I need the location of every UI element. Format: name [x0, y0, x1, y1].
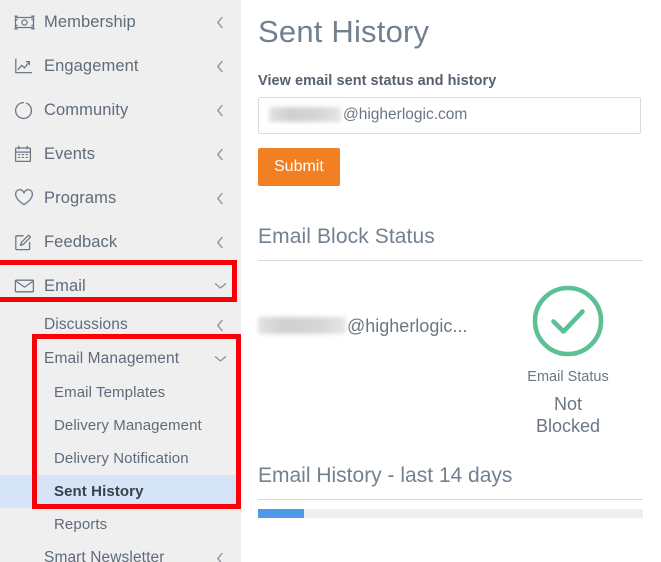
sidebar-item-label: Delivery Management — [54, 417, 202, 434]
submit-button[interactable]: Submit — [258, 147, 340, 186]
circle-icon — [14, 99, 40, 121]
section-divider — [258, 259, 643, 261]
chevron-left-icon — [213, 192, 227, 205]
sidebar-item-programs[interactable]: Programs — [0, 176, 241, 220]
heart-icon — [14, 187, 40, 209]
sidebar-item-label: Smart Newsletter — [44, 549, 165, 562]
email-history-title: Email History - last 14 days — [258, 463, 513, 487]
check-circle-icon — [530, 283, 606, 359]
email-input[interactable]: @higherlogic.com — [258, 96, 641, 134]
sidebar-item-label: Email — [44, 276, 86, 295]
sidebar-item-email-management[interactable]: Email Management — [0, 342, 241, 376]
email-status-indicator: Email Status Not Blocked — [493, 283, 643, 438]
sidebar-item-label: Discussions — [44, 316, 128, 333]
sidebar-item-discussions[interactable]: Discussions — [0, 308, 241, 342]
history-divider — [258, 498, 643, 500]
sidebar-item-label: Feedback — [44, 232, 118, 251]
banknote-icon — [14, 11, 40, 33]
app-root: Membership Engagement Community Events P… — [0, 0, 661, 562]
edit-square-icon — [14, 231, 40, 253]
email-block-status-row: @higherlogic... Email Status Not Blocked — [258, 283, 643, 438]
sidebar-item-label: Membership — [44, 12, 136, 31]
history-tab-active-indicator[interactable] — [258, 508, 304, 518]
sidebar-item-label: Sent History — [54, 483, 144, 500]
sidebar-item-label: Engagement — [44, 56, 139, 75]
sidebar-item-delivery-management[interactable]: Delivery Management — [0, 409, 241, 442]
email-field-label: View email sent status and history — [258, 72, 497, 89]
chevron-left-icon — [213, 236, 227, 249]
sidebar-item-sent-history[interactable]: Sent History — [0, 475, 241, 508]
sidebar-item-feedback[interactable]: Feedback — [0, 220, 241, 264]
status-email-address: @higherlogic... — [258, 283, 493, 337]
chevron-left-icon — [213, 552, 227, 562]
redacted-email-local-part — [269, 106, 341, 122]
sidebar-item-engagement[interactable]: Engagement — [0, 44, 241, 88]
sidebar-item-email[interactable]: Email — [0, 264, 241, 308]
history-tabstrip[interactable] — [258, 508, 643, 518]
chevron-left-icon — [213, 104, 227, 117]
sidebar-primary-nav: Membership Engagement Community Events P… — [0, 0, 241, 562]
email-status-caption: Email Status — [527, 368, 609, 385]
email-input-value: @higherlogic.com — [343, 106, 468, 124]
chevron-left-icon — [213, 60, 227, 73]
sidebar-item-label: Community — [44, 100, 129, 119]
sidebar-item-reports[interactable]: Reports — [0, 508, 241, 541]
redacted-email-local-part — [258, 317, 346, 335]
sidebar-item-label: Programs — [44, 188, 117, 207]
chevron-left-icon — [213, 148, 227, 161]
sidebar-item-delivery-notification[interactable]: Delivery Notification — [0, 442, 241, 475]
sidebar-item-smart-newsletter[interactable]: Smart Newsletter — [0, 541, 241, 562]
calendar-icon — [14, 143, 40, 165]
envelope-icon — [14, 275, 40, 297]
email-block-status-title: Email Block Status — [258, 224, 435, 248]
page-title: Sent History — [258, 14, 430, 49]
status-badge: Not Blocked — [535, 393, 601, 436]
sidebar-item-membership[interactable]: Membership — [0, 0, 241, 44]
sidebar: Membership Engagement Community Events P… — [0, 0, 241, 562]
sidebar-item-label: Reports — [54, 516, 108, 533]
sidebar-item-community[interactable]: Community — [0, 88, 241, 132]
chevron-left-icon — [213, 16, 227, 29]
main-content: Sent History View email sent status and … — [241, 0, 661, 562]
sidebar-item-label: Events — [44, 144, 96, 163]
sidebar-item-events[interactable]: Events — [0, 132, 241, 176]
status-email-visible: @higherlogic... — [347, 315, 468, 336]
sidebar-item-label: Delivery Notification — [54, 450, 189, 467]
chevron-left-icon — [213, 319, 227, 332]
sidebar-item-email-templates[interactable]: Email Templates — [0, 376, 241, 409]
sidebar-item-label: Email Templates — [54, 384, 166, 401]
chevron-down-icon — [213, 355, 227, 363]
sidebar-item-label: Email Management — [44, 350, 180, 367]
line-chart-icon — [14, 55, 40, 77]
chevron-down-icon — [213, 282, 227, 290]
